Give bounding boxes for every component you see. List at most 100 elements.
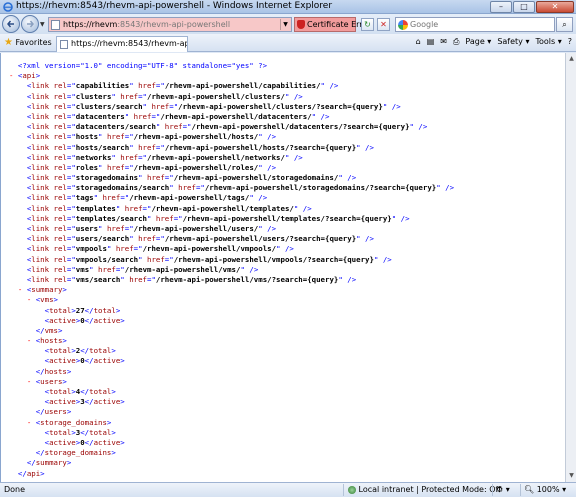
collapse-toggle[interactable]: -	[27, 418, 36, 427]
feeds-icon[interactable]: ▤	[427, 37, 435, 47]
link-rel: capabilities	[75, 81, 130, 91]
collapse-toggle[interactable]: -	[18, 285, 27, 294]
link-rel: vms	[75, 264, 90, 274]
command-bar: ★ Favorites https://rhevm:8543/rhevm-api…	[0, 34, 576, 52]
summary-active-line: <active>0</active>	[44, 437, 125, 447]
link-rel: hosts/search	[75, 142, 130, 152]
home-icon[interactable]: ⌂	[416, 37, 421, 47]
status-text: Done	[4, 485, 26, 494]
print-icon[interactable]: ⎙	[453, 37, 459, 47]
collapse-toggle[interactable]: -	[27, 336, 36, 345]
scroll-down-icon[interactable]: ▼	[567, 471, 576, 481]
address-bar[interactable]: https://rhevm:8543/rhevm-api-powershell …	[48, 17, 292, 32]
scroll-up-icon[interactable]: ▲	[567, 54, 576, 64]
link-href: /rhevm-api-powershell/capabilities/	[164, 81, 321, 91]
favorites-button[interactable]: ★ Favorites	[4, 37, 52, 48]
link-rel: networks	[75, 152, 112, 162]
shield-icon	[297, 20, 305, 29]
stop-button[interactable]: ✕	[377, 18, 390, 31]
search-icon: ⌕	[562, 20, 567, 29]
history-dropdown-icon[interactable]: ▼	[40, 21, 45, 28]
link-rel: clusters	[75, 91, 112, 101]
close-button[interactable]: ✕	[536, 1, 574, 13]
zoom-level: 100%	[536, 485, 560, 494]
summary-vms-close: </vms>	[35, 325, 63, 335]
link-href: /rhevm-api-powershell/datacenters/?searc…	[191, 122, 410, 132]
tools-menu[interactable]: Tools ▾	[535, 37, 561, 47]
link-href: /rhevm-api-powershell/hosts/	[133, 132, 259, 142]
link-line: <link rel="networks" href="/rhevm-api-po…	[26, 152, 303, 162]
summary-vms-open: - <vms>	[26, 295, 58, 305]
link-rel: clusters/search	[75, 101, 143, 111]
tab-page-icon	[60, 40, 68, 49]
link-line: <link rel="roles" href="/rhevm-api-power…	[26, 162, 277, 172]
link-rel: roles	[75, 162, 99, 172]
safety-menu[interactable]: Safety ▾	[497, 37, 529, 47]
search-input[interactable]	[410, 19, 550, 30]
favorites-star-icon: ★	[4, 37, 13, 48]
protected-mode-icon[interactable]: ⚙ ▾	[492, 484, 510, 496]
security-zone-label: Local intranet | Protected Mode: Off	[358, 485, 502, 494]
page-content: <?xml version="1.0" encoding="UTF-8" sta…	[0, 53, 565, 482]
refresh-button[interactable]: ↻	[361, 18, 374, 31]
link-line: <link rel="datacenters/search" href="/rh…	[26, 122, 428, 132]
help-button[interactable]: ?	[568, 37, 572, 47]
summary-users-open: - <users>	[26, 376, 67, 386]
link-href: /rhevm-api-powershell/vms/?search={query…	[155, 274, 339, 284]
address-url[interactable]: https://rhevm:8543/rhevm-api-powershell	[63, 20, 230, 29]
minimize-button[interactable]: –	[490, 1, 512, 13]
browser-tab[interactable]: https://rhevm:8543/rhevm-api-powershell	[56, 36, 188, 52]
maximize-button[interactable]: □	[513, 1, 535, 13]
search-button[interactable]: ⌕	[556, 17, 573, 32]
link-rel: users	[75, 224, 99, 233]
collapse-toggle[interactable]: -	[27, 295, 36, 304]
link-line: <link rel="users" href="/rhevm-api-power…	[26, 224, 277, 233]
summary-hosts-open: - <hosts>	[26, 336, 67, 346]
summary-users-close: </users>	[35, 407, 72, 417]
link-href: /rhevm-api-powershell/vms/	[124, 264, 241, 274]
link-href: /rhevm-api-powershell/clusters/?search={…	[178, 101, 383, 111]
link-line: <link rel="vmpools/search" href="/rhevm-…	[26, 254, 392, 264]
summary-storage_domains-open: - <storage_domains>	[26, 417, 112, 427]
collapse-toggle[interactable]: -	[27, 377, 36, 386]
summary-total-line: <total>27</total>	[44, 305, 121, 315]
vertical-scrollbar[interactable]: ▲ ▼	[565, 53, 576, 482]
forward-button[interactable]	[21, 15, 39, 33]
security-zone[interactable]: Local intranet | Protected Mode: Off	[343, 484, 501, 496]
link-line: <link rel="vmpools" href="/rhevm-api-pow…	[26, 244, 294, 254]
link-href: /rhevm-api-powershell/vmpools/?search={q…	[173, 254, 374, 264]
summary-total-line: <total>3</total>	[44, 427, 116, 437]
zoom-icon: 🔍︎	[524, 485, 535, 494]
link-line: <link rel="storagedomains/search" href="…	[26, 183, 455, 193]
page-icon	[51, 20, 60, 30]
link-href: /rhevm-api-powershell/storagedomains/	[173, 173, 339, 183]
mail-icon[interactable]: ✉	[440, 37, 447, 47]
navigation-bar: ▼ https://rhevm:8543/rhevm-api-powershel…	[0, 14, 576, 34]
link-href: /rhevm-api-powershell/users/	[133, 224, 259, 233]
stop-icon: ✕	[380, 20, 387, 29]
link-line: <link rel="hosts/search" href="/rhevm-ap…	[26, 142, 374, 152]
link-rel: vmpools	[75, 244, 107, 254]
link-href: /rhevm-api-powershell/roles/	[133, 162, 259, 172]
collapse-toggle[interactable]: -	[9, 71, 18, 80]
summary-active-line: <active>0</active>	[44, 315, 125, 325]
title-bar: https://rhevm:8543/rhevm-api-powershell …	[0, 0, 576, 14]
certificate-error-button[interactable]: Certificate Error	[294, 17, 371, 32]
page-menu[interactable]: Page ▾	[465, 37, 491, 47]
link-href: /rhevm-api-powershell/networks/	[147, 152, 285, 162]
link-line: <link rel="capabilities" href="/rhevm-ap…	[26, 81, 339, 91]
back-button[interactable]	[2, 15, 20, 33]
link-line: <link rel="templates" href="/rhevm-api-p…	[26, 203, 312, 213]
tab-title: https://rhevm:8543/rhevm-api-powershell	[71, 39, 187, 48]
link-href: /rhevm-api-powershell/templates/?search=…	[182, 213, 392, 223]
link-line: <link rel="vms/search" href="/rhevm-api-…	[26, 274, 357, 284]
summary-active-line: <active>0</active>	[44, 356, 125, 366]
zoom-control[interactable]: 🔍︎ 100% ▾	[520, 484, 566, 496]
summary-open: - <summary>	[17, 285, 67, 295]
link-rel: templates	[75, 203, 116, 213]
google-icon	[398, 20, 408, 30]
link-href: /rhevm-api-powershell/hosts/?search={que…	[164, 142, 357, 152]
link-line: <link rel="tags" href="/rhevm-api-powers…	[26, 193, 268, 203]
globe-icon	[348, 485, 356, 494]
address-dropdown-icon[interactable]: ▼	[280, 19, 290, 30]
